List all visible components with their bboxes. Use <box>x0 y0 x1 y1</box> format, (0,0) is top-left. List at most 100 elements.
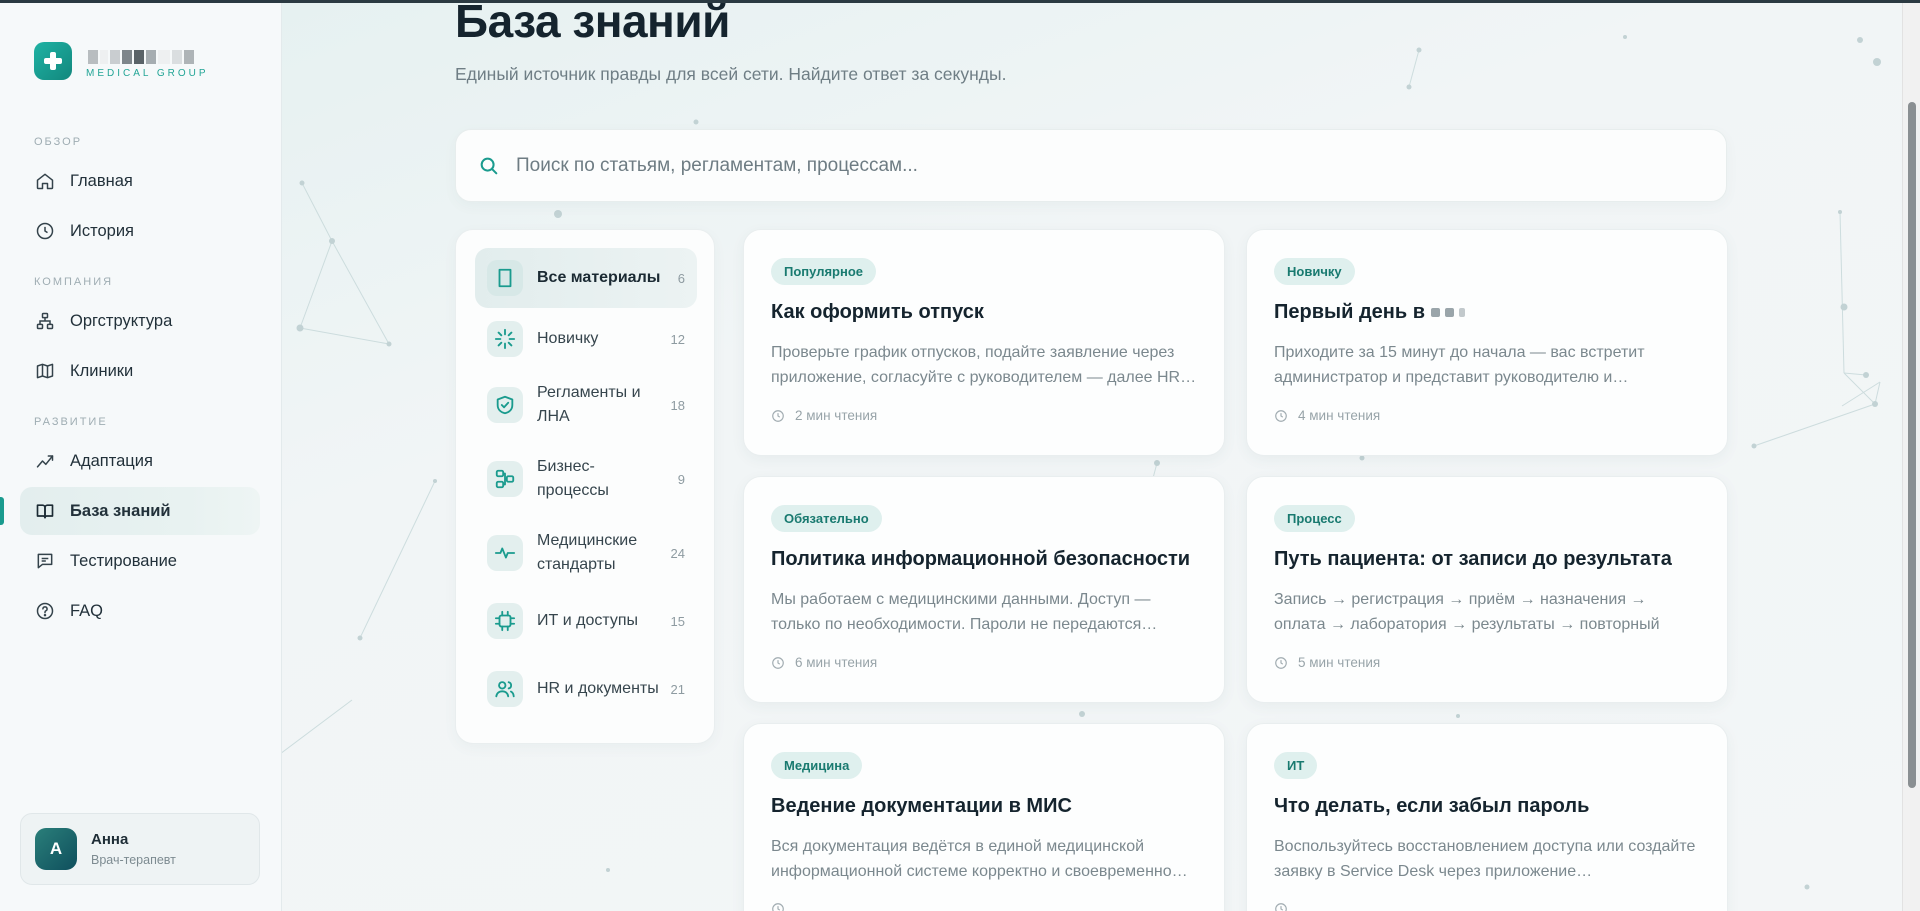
page-subtitle: Единый источник правды для всей сети. На… <box>455 64 1007 84</box>
sidebar-item-label: FAQ <box>70 601 104 620</box>
brand[interactable]: MEDICAL GROUP <box>34 42 209 80</box>
sparkle-icon <box>487 321 523 357</box>
category-count: 18 <box>670 397 685 413</box>
sidebar-item-faq[interactable]: FAQ <box>20 587 260 635</box>
article-card-vacation[interactable]: Популярное Как оформить отпуск Проверьте… <box>743 229 1225 456</box>
sidebar-item-testing[interactable]: Тестирование <box>20 537 260 585</box>
article-read-time: 5 мин чтения <box>1298 655 1381 670</box>
chat-icon <box>34 550 56 572</box>
article-excerpt: Запись → регистрация → приём → назначени… <box>1274 591 1660 633</box>
article-card-patient-path[interactable]: Процесс Путь пациента: от записи до резу… <box>1246 476 1728 703</box>
section-label-company: КОМПАНИЯ <box>34 276 114 288</box>
article-card-forgot-password[interactable]: ИТ Что делать, если забыл пароль Восполь… <box>1246 723 1728 911</box>
sidebar-item-label: Адаптация <box>70 451 153 470</box>
sidebar-item-label: Клиники <box>70 361 134 380</box>
clock-icon <box>771 656 785 670</box>
home-icon <box>34 170 56 192</box>
active-indicator <box>0 497 4 525</box>
article-meta: 5 мин чтения <box>1274 655 1700 670</box>
avatar: А <box>35 828 77 870</box>
search-icon <box>478 155 500 177</box>
chip-icon <box>487 603 523 639</box>
article-meta <box>1274 902 1700 911</box>
category-label: Медицинские стандарты <box>537 532 638 573</box>
document-icon <box>487 260 523 296</box>
article-card-first-day[interactable]: Новичку Первый день в Приходите за 15 ми… <box>1246 229 1728 456</box>
clock-icon <box>34 220 56 242</box>
category-count: 12 <box>670 331 685 347</box>
article-badge: Обязательно <box>771 505 882 532</box>
article-title: Ведение документации в МИС <box>771 795 1072 817</box>
section-label-development: РАЗВИТИЕ <box>34 416 108 428</box>
search-input[interactable] <box>516 154 1666 177</box>
medical-cross-logo-icon <box>34 42 72 80</box>
trend-icon <box>34 450 56 472</box>
sidebar-item-label: База знаний <box>70 501 171 520</box>
category-newcomer[interactable]: Новичку 12 <box>475 310 697 368</box>
search-bar[interactable] <box>455 129 1727 202</box>
page-title: База знаний <box>455 0 730 47</box>
sidebar-item-org-structure[interactable]: Оргструктура <box>20 297 260 345</box>
article-badge: Новичку <box>1274 258 1355 285</box>
user-profile-card[interactable]: А Анна Врач-терапевт <box>20 813 260 885</box>
article-meta: 2 мин чтения <box>771 408 1197 423</box>
window-top-edge <box>0 0 1920 3</box>
sidebar-item-home[interactable]: Главная <box>20 157 260 205</box>
sidebar-item-label: Тестирование <box>70 551 177 570</box>
article-excerpt: Проверьте график отпусков, подайте заявл… <box>771 344 1197 386</box>
article-meta <box>771 902 1197 911</box>
category-business-processes[interactable]: Бизнес-процессы 9 <box>475 443 697 515</box>
category-count: 15 <box>670 613 685 629</box>
book-open-icon <box>34 500 56 522</box>
category-label: Все материалы <box>537 269 661 286</box>
scrollbar-thumb[interactable] <box>1908 102 1916 788</box>
clock-icon <box>771 902 785 911</box>
sidebar-item-history[interactable]: История <box>20 207 260 255</box>
article-excerpt: Вся документация ведётся в единой медици… <box>771 838 1188 880</box>
article-title: Первый день в <box>1274 301 1700 324</box>
clock-icon <box>1274 902 1288 911</box>
page-scrollbar[interactable] <box>1902 0 1920 911</box>
article-meta: 4 мин чтения <box>1274 408 1700 423</box>
article-excerpt: Воспользуйтесь восстановлением доступа и… <box>1274 838 1696 880</box>
article-title: Политика информационной безопасности <box>771 548 1191 570</box>
shield-check-icon <box>487 387 523 423</box>
category-label: Регламенты и ЛНА <box>537 384 641 425</box>
user-name: Анна <box>91 831 129 848</box>
sidebar-item-label: Оргструктура <box>70 311 173 330</box>
sidebar-item-knowledge-base[interactable]: База знаний <box>20 487 260 535</box>
sidebar-item-label: Главная <box>70 171 133 190</box>
article-meta: 6 мин чтения <box>771 655 1197 670</box>
section-label-overview: ОБЗОР <box>34 136 83 148</box>
article-excerpt: Мы работаем с медицинскими данными. Дост… <box>771 591 1158 633</box>
category-all-materials[interactable]: Все материалы 6 <box>475 248 697 308</box>
brand-name-redacted <box>88 49 209 64</box>
article-card-mis-documentation[interactable]: Медицина Ведение документации в МИС Вся … <box>743 723 1225 911</box>
help-circle-icon <box>34 600 56 622</box>
category-hr-documents[interactable]: HR и документы 21 <box>475 653 697 725</box>
category-count: 6 <box>677 270 685 286</box>
article-card-security-policy[interactable]: Обязательно Политика информационной безо… <box>743 476 1225 703</box>
article-read-time: 6 мин чтения <box>795 655 878 670</box>
pulse-icon <box>487 535 523 571</box>
sidebar-item-clinics[interactable]: Клиники <box>20 347 260 395</box>
map-icon <box>34 360 56 382</box>
category-it-access[interactable]: ИТ и доступы 15 <box>475 591 697 651</box>
category-medical-standards[interactable]: Медицинские стандарты 24 <box>475 517 697 589</box>
sidebar-item-label: История <box>70 221 134 240</box>
category-count: 24 <box>670 545 685 561</box>
article-read-time: 2 мин чтения <box>795 408 878 423</box>
article-title: Что делать, если забыл пароль <box>1274 795 1590 817</box>
brand-subtitle: MEDICAL GROUP <box>86 67 209 79</box>
users-icon <box>487 671 523 707</box>
sidebar: MEDICAL GROUP ОБЗОР Главная История КОМП… <box>0 0 282 911</box>
article-title: Как оформить отпуск <box>771 301 984 323</box>
article-badge: ИТ <box>1274 752 1318 779</box>
article-title-text: Первый день в <box>1274 301 1425 323</box>
category-label: HR и документы <box>537 680 659 697</box>
article-badge: Популярное <box>771 258 877 285</box>
category-regulations[interactable]: Регламенты и ЛНА 18 <box>475 369 697 441</box>
article-excerpt: Приходите за 15 минут до начала — вас вс… <box>1274 344 1645 386</box>
sidebar-item-adaptation[interactable]: Адаптация <box>20 437 260 485</box>
clock-icon <box>771 409 785 423</box>
